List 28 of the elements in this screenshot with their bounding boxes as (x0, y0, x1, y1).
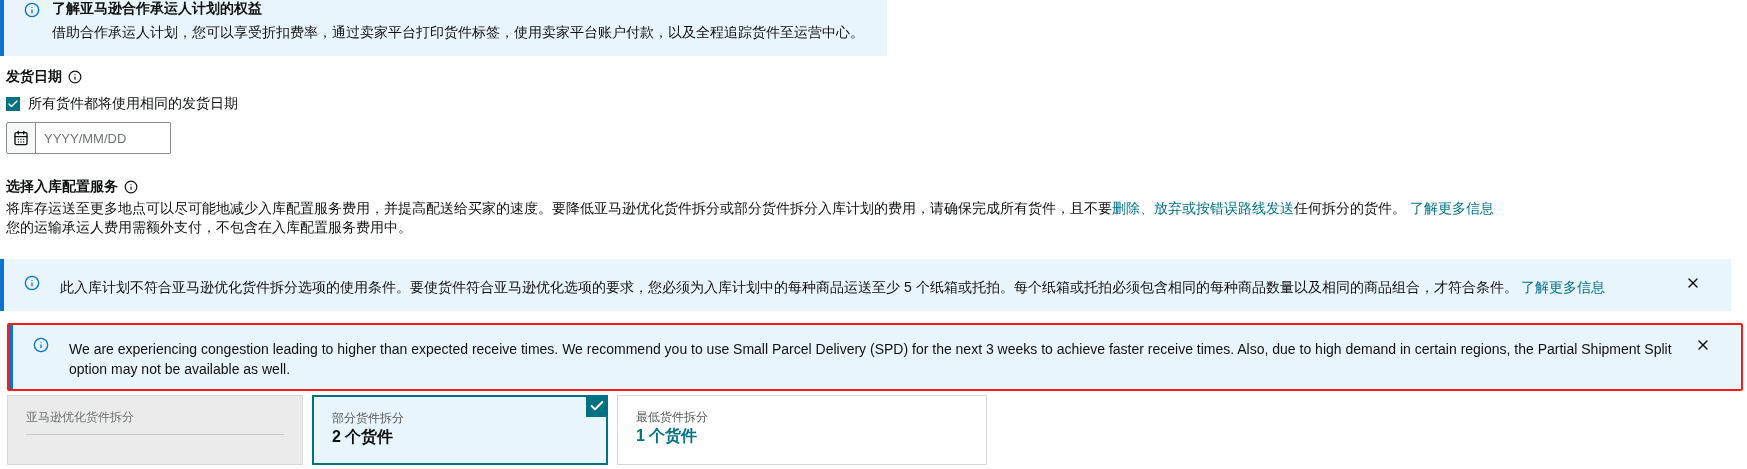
policy-link[interactable]: 删除、放弃或按错误路线发送 (1112, 200, 1294, 216)
shipment-count: 2 个货件 (332, 427, 395, 447)
info-icon (33, 337, 49, 353)
option-label: 部分货件拆分 (332, 410, 405, 427)
section-note: 您的运输承运人费用需额外支付，不包含在入库配置服务费用中。 (6, 218, 413, 237)
checkbox-label: 所有货件都将使用相同的发货日期 (28, 94, 238, 113)
section-description: 将库存运送至更多地点可以尽可能地减少入库配置服务费用，并提高配送给买家的速度。要降低亚马逊优化货件拆分或部分货件拆分入库计划的费用，请确保完成所有货件，且不要删除、放弃或按错误路线发送任何拆分的货件。 了解更多信息 (6, 199, 1495, 218)
info-icon (24, 275, 40, 291)
option-card[interactable]: 最低货件拆分 1 个货件 (617, 395, 987, 465)
learn-more-link[interactable]: 了解更多信息 (1409, 200, 1494, 216)
calendar-icon[interactable] (13, 130, 29, 146)
check-icon (586, 395, 608, 417)
shipment-count: 1 个货件 (636, 426, 699, 446)
option-card[interactable]: 部分货件拆分 2 个货件 (312, 395, 608, 465)
option-label: 最低货件拆分 (636, 409, 709, 426)
info-icon[interactable] (124, 179, 138, 194)
date-field[interactable]: YYYY/MM/DD (36, 122, 171, 154)
checkbox[interactable] (6, 96, 20, 111)
section-title: 发货日期 (6, 67, 62, 86)
info-icon[interactable] (68, 69, 82, 84)
section-title: 选择入库配置服务 (6, 177, 118, 196)
option-label: 亚马逊优化货件拆分 (26, 408, 284, 435)
banner-text: We are experiencing congestion leading to higher than expected receive times. We recommend you to use Small Parcel Delivery (SPD) for the next 3 weeks to achieve faster receive times. Also, due to high demand in certain regions, the Partial Shipment Split option may not be available as well. (69, 340, 1673, 379)
banner-title: 了解亚马逊合作承运人计划的权益 (52, 0, 263, 16)
banner-text: 借助合作承运人计划，您可以享受折扣费率，通过卖家平台打印货件标签，使用卖家平台账户付款，以及全程追踪货件至运营中心。 (52, 23, 865, 42)
banner-text: 此入库计划不符合亚马逊优化货件拆分选项的使用条件。要使货件符合亚马逊优化选项的要求，您必须为入库计划中的每种商品运送至少 5 个纸箱或托拍。每个纸箱或托拍必须包含相同的每种商品数量以及相同的商品组合，才符合条件。 了解更多信息 (60, 278, 1607, 297)
learn-more-link[interactable]: 了解更多信息 (1521, 279, 1606, 295)
calendar-button[interactable] (6, 122, 36, 154)
